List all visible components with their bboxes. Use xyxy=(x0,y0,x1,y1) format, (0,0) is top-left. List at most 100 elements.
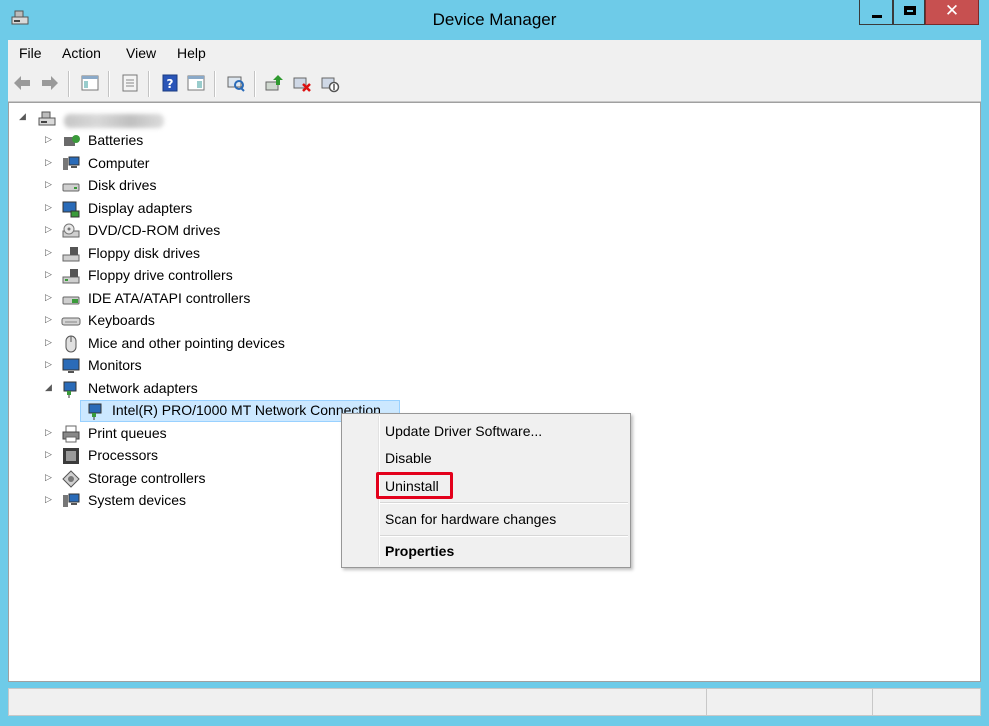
dvd-drive-icon xyxy=(62,223,80,238)
expand-arrow-icon[interactable]: ▷ xyxy=(45,135,55,147)
close-icon: ✕ xyxy=(944,1,960,21)
expand-arrow-icon[interactable]: ▷ xyxy=(45,450,55,462)
disable-device-icon[interactable] xyxy=(320,73,340,93)
floppy-controller-icon xyxy=(62,269,80,284)
tree-item-label: Keyboards xyxy=(88,312,155,328)
title-bar[interactable]: Device Manager ✕ xyxy=(0,0,989,40)
device-tree[interactable]: ◢ ▷ Batteries ▷ Computer ▷ Disk drives ▷ xyxy=(8,102,981,682)
expand-arrow-icon[interactable]: ▷ xyxy=(45,203,55,215)
tree-item-label: Floppy disk drives xyxy=(88,245,201,261)
window-title: Device Manager xyxy=(432,10,557,29)
expand-arrow-icon[interactable]: ▷ xyxy=(45,293,55,305)
expand-arrow-icon[interactable]: ▷ xyxy=(45,180,55,192)
computer-root-icon xyxy=(38,111,56,126)
tree-item-computer[interactable]: ▷ Computer xyxy=(9,153,409,175)
menu-file[interactable]: File xyxy=(19,45,42,61)
menu-action[interactable]: Action xyxy=(62,45,101,61)
tree-item-floppy-drive-controllers[interactable]: ▷ Floppy drive controllers xyxy=(9,265,409,287)
uninstall-device-icon[interactable] xyxy=(292,73,312,93)
tree-item-label: Processors xyxy=(88,447,159,463)
display-adapter-icon xyxy=(62,201,80,218)
expand-arrow-icon[interactable]: ▷ xyxy=(45,338,55,350)
expand-arrow-icon[interactable]: ▷ xyxy=(45,315,55,327)
svg-text:?: ? xyxy=(167,77,174,91)
device-manager-window: Device Manager ✕ File Action View Help ?… xyxy=(0,0,989,726)
tree-item-label: Mice and other pointing devices xyxy=(88,335,285,351)
network-adapter-icon xyxy=(88,403,102,420)
console-tree-icon[interactable] xyxy=(80,73,100,93)
expand-arrow-icon[interactable]: ▷ xyxy=(45,248,55,260)
toolbar-separator xyxy=(214,71,216,97)
menu-scan-for-hardware-changes[interactable]: Scan for hardware changes xyxy=(385,511,556,527)
back-icon[interactable] xyxy=(12,73,32,93)
update-driver-icon[interactable] xyxy=(264,73,284,93)
network-adapter-icon xyxy=(63,381,77,398)
context-menu-separator xyxy=(380,502,628,504)
floppy-drive-icon xyxy=(62,247,80,262)
tree-item-label: Disk drives xyxy=(88,177,157,193)
keyboard-icon xyxy=(61,317,81,326)
action-pane-icon[interactable] xyxy=(186,73,206,93)
forward-icon[interactable] xyxy=(40,73,60,93)
properties-icon[interactable] xyxy=(120,73,140,93)
tree-item-disk-drives[interactable]: ▷ Disk drives xyxy=(9,175,409,197)
tree-item-label: IDE ATA/ATAPI controllers xyxy=(88,290,251,306)
tree-item-label: System devices xyxy=(88,492,187,508)
minimize-icon xyxy=(872,15,882,18)
tree-item-label: Computer xyxy=(88,155,150,171)
expand-arrow-icon[interactable]: ▷ xyxy=(45,473,55,485)
expand-arrow-icon[interactable]: ▷ xyxy=(45,158,55,170)
status-bar-pane xyxy=(706,689,707,715)
tree-item-batteries[interactable]: ▷ Batteries xyxy=(9,130,409,152)
battery-icon xyxy=(64,135,80,146)
context-menu-separator xyxy=(380,535,628,537)
tree-item-network-adapters[interactable]: ◢ Network adapters xyxy=(9,378,409,400)
expand-arrow-icon[interactable]: ▷ xyxy=(45,270,55,282)
tree-item-label: Storage controllers xyxy=(88,470,206,486)
tree-item-label: Monitors xyxy=(88,357,142,373)
menu-disable[interactable]: Disable xyxy=(385,450,432,466)
disk-drive-icon xyxy=(62,183,80,192)
scan-hardware-icon[interactable] xyxy=(226,73,246,93)
toolbar-separator xyxy=(68,71,70,97)
tree-item-floppy-disk-drives[interactable]: ▷ Floppy disk drives xyxy=(9,243,409,265)
toolbar: ? xyxy=(8,66,981,102)
tree-item-label: Floppy drive controllers xyxy=(88,267,233,283)
system-device-icon xyxy=(63,493,80,507)
toolbar-separator xyxy=(148,71,150,97)
collapse-arrow-icon[interactable]: ◢ xyxy=(45,383,55,395)
menu-view[interactable]: View xyxy=(126,45,156,61)
monitor-icon xyxy=(62,358,80,373)
tree-item-monitors[interactable]: ▷ Monitors xyxy=(9,355,409,377)
tree-item-display-adapters[interactable]: ▷ Display adapters xyxy=(9,198,409,220)
status-bar xyxy=(8,688,981,716)
tree-item-ide-ata-atapi-controllers[interactable]: ▷ IDE ATA/ATAPI controllers xyxy=(9,288,409,310)
tree-item-label: Network adapters xyxy=(88,380,198,396)
help-icon[interactable]: ? xyxy=(160,73,180,93)
expand-arrow-icon[interactable]: ▷ xyxy=(45,360,55,372)
toolbar-separator xyxy=(254,71,256,97)
printer-icon xyxy=(62,425,80,443)
collapse-arrow-icon[interactable]: ◢ xyxy=(19,112,29,124)
tree-item-label: DVD/CD-ROM drives xyxy=(88,222,221,238)
context-menu: Update Driver Software... Disable Uninst… xyxy=(341,413,631,568)
minimize-button[interactable] xyxy=(859,0,893,25)
tree-item-label: Display adapters xyxy=(88,200,193,216)
menu-bar: File Action View Help xyxy=(8,40,981,66)
tree-item-dvd-cd-rom-drives[interactable]: ▷ DVD/CD-ROM drives xyxy=(9,220,409,242)
redacted-computer-name xyxy=(64,114,164,128)
expand-arrow-icon[interactable]: ▷ xyxy=(45,495,55,507)
maximize-button[interactable] xyxy=(893,0,925,25)
tree-root[interactable]: ◢ xyxy=(9,107,309,129)
expand-arrow-icon[interactable]: ▷ xyxy=(45,428,55,440)
menu-update-driver-software[interactable]: Update Driver Software... xyxy=(385,423,542,439)
expand-arrow-icon[interactable]: ▷ xyxy=(45,225,55,237)
menu-properties[interactable]: Properties xyxy=(385,543,454,559)
tree-item-mice[interactable]: ▷ Mice and other pointing devices xyxy=(9,333,409,355)
uninstall-highlight-box xyxy=(376,472,453,499)
storage-controller-icon xyxy=(62,470,80,488)
computer-icon xyxy=(63,156,80,170)
menu-help[interactable]: Help xyxy=(177,45,206,61)
tree-item-keyboards[interactable]: ▷ Keyboards xyxy=(9,310,409,332)
close-button[interactable]: ✕ xyxy=(925,0,979,25)
